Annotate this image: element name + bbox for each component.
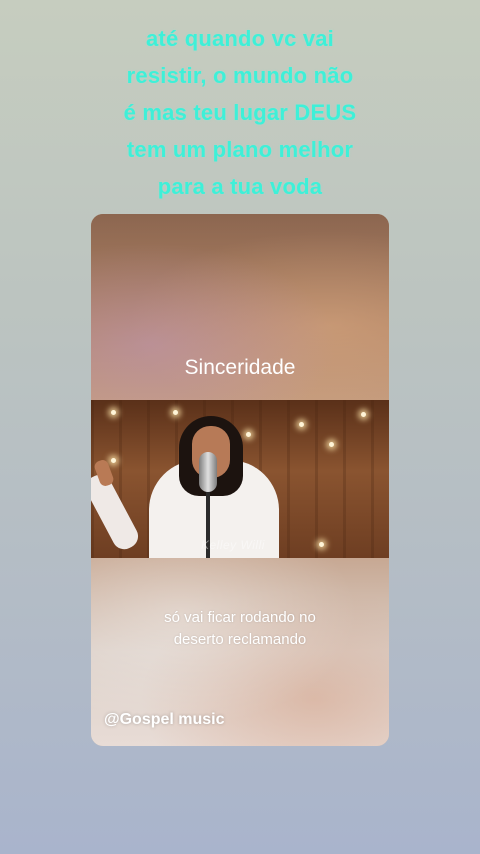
light-bulb — [246, 432, 251, 437]
lyrics-text: só vai ficar rodando no deserto reclaman… — [91, 607, 389, 651]
light-bulb — [173, 410, 178, 415]
video-frame[interactable]: Kelley Willi — [91, 400, 389, 558]
light-bulb — [361, 412, 366, 417]
singer-arm — [91, 470, 143, 554]
caption-line: até quando vc vai — [145, 26, 334, 51]
caption-line: resistir, o mundo não — [126, 63, 354, 88]
light-bulb — [329, 442, 334, 447]
overlay-caption: até quando vc vai resistir, o mundo não … — [40, 20, 440, 205]
microphone-icon — [199, 452, 217, 492]
video-watermark: Kelley Willi — [201, 538, 265, 552]
lyrics-line: deserto reclamando — [173, 631, 307, 648]
caption-line: tem um plano melhor — [126, 137, 354, 162]
lyrics-line: só vai ficar rodando no — [164, 609, 316, 626]
caption-line: é mas teu lugar DEUS — [123, 100, 357, 125]
light-bulb — [299, 422, 304, 427]
song-title: Sinceridade — [184, 356, 296, 379]
light-bulb — [111, 410, 116, 415]
caption-line: para a tua voda — [157, 174, 323, 199]
video-card[interactable]: Sinceridade Kelley Willi só vai ficar ro… — [91, 214, 389, 746]
light-bulb — [319, 542, 324, 547]
light-bulb — [111, 458, 116, 463]
channel-credit: @Gospel music — [104, 711, 225, 728]
